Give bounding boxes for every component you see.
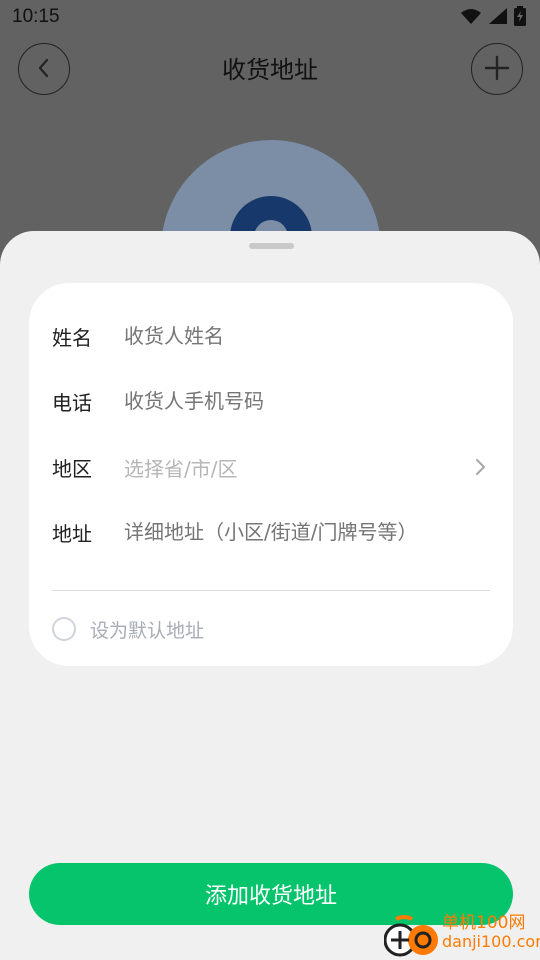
form-divider	[52, 590, 490, 591]
wifi-icon	[460, 7, 482, 29]
address-form-card: 姓名 电话 地区 选择省/市/区 地址	[29, 283, 513, 666]
status-time: 10:15	[12, 6, 60, 27]
name-label: 姓名	[52, 325, 92, 350]
region-row[interactable]: 地区 选择省/市/区	[52, 447, 492, 487]
status-bar: 10:15	[0, 0, 540, 36]
sheet-drag-handle[interactable]	[249, 243, 294, 249]
battery-icon	[514, 6, 526, 30]
cellular-icon	[488, 7, 508, 29]
add-address-button[interactable]	[471, 43, 523, 95]
phone-row: 电话	[52, 381, 492, 421]
default-address-radio[interactable]	[52, 617, 76, 641]
header: 收货地址	[0, 40, 540, 96]
address-form-sheet: 姓名 电话 地区 选择省/市/区 地址	[0, 231, 540, 960]
phone-input[interactable]	[124, 389, 492, 413]
name-row: 姓名	[52, 316, 492, 356]
name-input[interactable]	[124, 324, 492, 348]
watermark-text: 单机100网 danji100.com	[442, 914, 540, 950]
plus-icon	[483, 54, 511, 85]
watermark-title: 单机100网	[442, 913, 526, 933]
region-label: 地区	[52, 456, 92, 481]
screen: 10:15 收货地址 姓名 收货人姓名 电话 收货人手机号码 地区 选择省/市/…	[0, 0, 540, 960]
default-address-toggle[interactable]: 设为默认地址	[52, 614, 204, 644]
default-address-label: 设为默认地址	[90, 619, 205, 642]
watermark-logo	[384, 915, 438, 957]
phone-label: 电话	[52, 390, 92, 415]
watermark: 单机100网 danji100.com	[384, 914, 540, 960]
address-row: 地址	[52, 512, 492, 552]
page-title: 收货地址	[222, 56, 318, 84]
address-label: 地址	[52, 521, 92, 546]
region-selector[interactable]: 选择省/市/区	[124, 453, 492, 482]
status-icons	[460, 6, 526, 30]
chevron-right-icon	[468, 455, 492, 479]
watermark-url: danji100.com	[442, 931, 540, 951]
address-input[interactable]	[124, 520, 492, 544]
